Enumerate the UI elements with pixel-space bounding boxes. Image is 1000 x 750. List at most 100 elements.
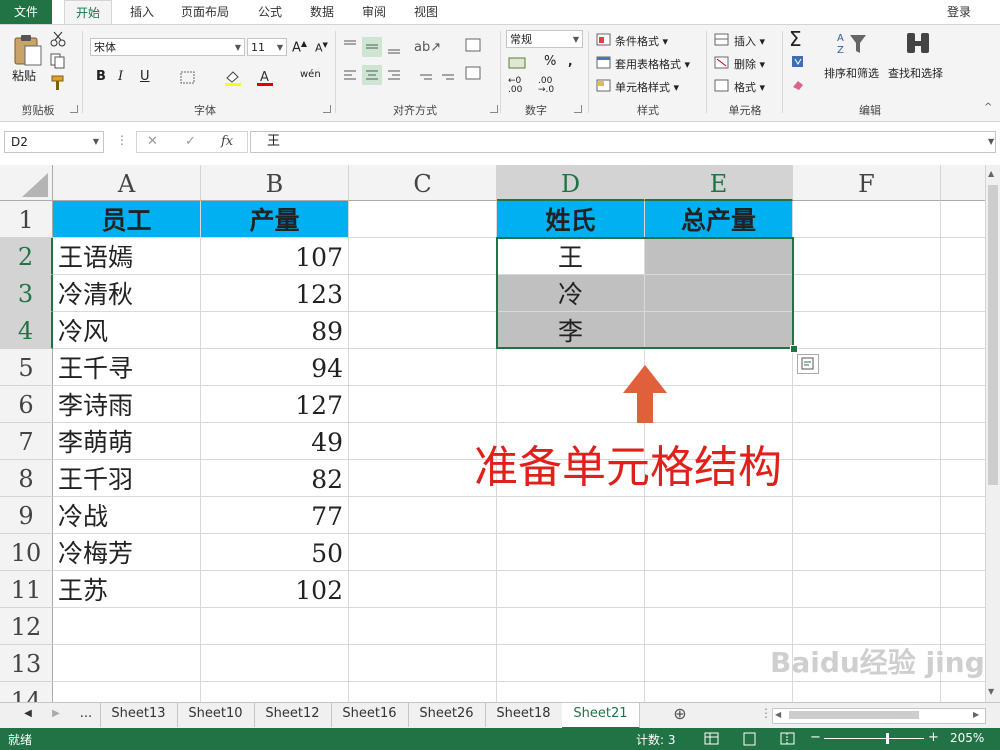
cell-a8[interactable]: 王千羽 (53, 460, 201, 497)
font-size-select[interactable]: 11 ▼ (247, 38, 287, 56)
bold-button[interactable]: B (96, 69, 106, 84)
insert-function-icon[interactable]: fx (221, 134, 233, 149)
fill-color-icon[interactable] (224, 69, 242, 87)
cell-b5[interactable]: 94 (201, 349, 349, 386)
comma-icon[interactable]: , (568, 54, 573, 68)
cell-b3[interactable]: 123 (201, 275, 349, 312)
cell-a10[interactable]: 冷梅芳 (53, 534, 201, 571)
scroll-right-icon[interactable]: ▶ (46, 703, 66, 727)
scroll-thumb[interactable] (988, 185, 998, 485)
cut-icon[interactable] (50, 31, 66, 47)
cell-e1[interactable]: 总产量 (645, 201, 793, 238)
page-break-view-icon[interactable] (780, 732, 796, 746)
currency-icon[interactable] (508, 55, 528, 71)
row-header-10[interactable]: 10 (0, 534, 53, 571)
column-header-a[interactable]: A (53, 165, 201, 201)
sheet-tab[interactable]: Sheet12 (254, 703, 332, 727)
format-as-table-button[interactable]: 套用表格格式 ▾ (615, 56, 690, 72)
zoom-level[interactable]: 205% (950, 731, 984, 745)
find-select-button[interactable]: 查找和选择 (888, 65, 943, 81)
column-header-e[interactable]: E (645, 165, 793, 201)
decrease-font-icon[interactable]: A▼ (315, 41, 328, 55)
cell-e4[interactable] (645, 312, 793, 349)
increase-decimal-icon[interactable]: ←0.00 (508, 77, 522, 95)
tab-data[interactable]: 数据 (302, 0, 342, 24)
cell-a6[interactable]: 李诗雨 (53, 386, 201, 423)
zoom-slider-thumb[interactable] (886, 733, 889, 744)
row-header-2[interactable]: 2 (0, 238, 53, 275)
cell-e3[interactable] (645, 275, 793, 312)
column-header-f[interactable]: F (793, 165, 941, 201)
collapse-ribbon-icon[interactable]: ^ (984, 102, 992, 113)
cell-a7[interactable]: 李萌萌 (53, 423, 201, 460)
sign-in-link[interactable]: 登录 (940, 0, 978, 24)
tab-home[interactable]: 开始 (64, 0, 112, 25)
phonetic-icon[interactable]: wén (300, 69, 321, 80)
cell-a5[interactable]: 王千寻 (53, 349, 201, 386)
paste-icon[interactable] (12, 33, 44, 67)
cell-b10[interactable]: 50 (201, 534, 349, 571)
copy-icon[interactable] (50, 53, 66, 69)
normal-view-icon[interactable] (704, 732, 720, 746)
enter-icon[interactable]: ✓ (185, 134, 196, 149)
scroll-left-icon[interactable]: ◀ (18, 703, 38, 727)
row-header-7[interactable]: 7 (0, 423, 53, 460)
cell-b8[interactable]: 82 (201, 460, 349, 497)
row-header-13[interactable]: 13 (0, 645, 53, 682)
wrap-merge-icons[interactable] (465, 37, 485, 93)
autosum-icon[interactable]: Σ (789, 27, 802, 51)
hscroll-right-icon[interactable]: ▶ (973, 710, 979, 719)
formula-input[interactable]: 王 (250, 131, 996, 153)
cell-b6[interactable]: 127 (201, 386, 349, 423)
more-sheets-button[interactable]: ... (72, 703, 101, 727)
cell-d3[interactable]: 冷 (497, 275, 645, 312)
cell-a2[interactable]: 王语嫣 (53, 238, 201, 275)
expand-formula-icon[interactable]: ▼ (988, 137, 994, 146)
tab-page-layout[interactable]: 页面布局 (172, 0, 238, 24)
zoom-in-icon[interactable]: + (928, 730, 939, 745)
cell-e2[interactable] (645, 238, 793, 275)
select-all-corner[interactable] (0, 165, 53, 201)
cell-d1[interactable]: 姓氏 (497, 201, 645, 238)
format-cells-button[interactable]: 格式 ▾ (734, 79, 765, 95)
cell-b2[interactable]: 107 (201, 238, 349, 275)
row-header-1[interactable]: 1 (0, 201, 53, 238)
borders-icon[interactable] (180, 71, 196, 85)
row-header-4[interactable]: 4 (0, 312, 53, 349)
row-header-8[interactable]: 8 (0, 460, 53, 497)
cell-b11[interactable]: 102 (201, 571, 349, 608)
percent-button[interactable]: % (544, 54, 556, 69)
increase-font-icon[interactable]: A▲ (292, 39, 307, 55)
cell-a1[interactable]: 员工 (53, 201, 201, 238)
horizontal-scrollbar[interactable]: ◀ ▶ (772, 708, 986, 724)
cell-a3[interactable]: 冷清秋 (53, 275, 201, 312)
fill-down-icon[interactable] (791, 55, 805, 69)
sheet-tab[interactable]: Sheet10 (177, 703, 255, 727)
cell-b4[interactable]: 89 (201, 312, 349, 349)
sort-filter-button[interactable]: 排序和筛选 (824, 65, 879, 81)
alignment-launcher[interactable] (490, 105, 498, 113)
scroll-down-icon[interactable]: ▼ (988, 687, 994, 696)
italic-button[interactable]: I (118, 69, 123, 84)
number-format-select[interactable]: 常规 ▼ (506, 30, 583, 48)
sheet-tab[interactable]: Sheet26 (408, 703, 486, 727)
paste-button[interactable]: 粘贴 (12, 67, 36, 84)
column-header-c[interactable]: C (349, 165, 497, 201)
add-sheet-icon[interactable]: ⊕ (668, 703, 692, 727)
format-painter-icon[interactable] (50, 75, 66, 91)
conditional-format-button[interactable]: 条件格式 ▾ (615, 33, 668, 49)
cancel-icon[interactable]: ✕ (147, 134, 158, 149)
scroll-up-icon[interactable]: ▲ (988, 169, 994, 178)
font-launcher[interactable] (323, 105, 331, 113)
tab-review[interactable]: 审阅 (354, 0, 394, 24)
worksheet-grid[interactable]: A B C D E F 1 2 3 4 5 6 7 8 9 10 11 12 1… (0, 165, 985, 702)
find-select-icon[interactable] (904, 31, 934, 57)
clear-icon[interactable] (791, 79, 805, 91)
cell-a4[interactable]: 冷风 (53, 312, 201, 349)
column-header-d[interactable]: D (497, 165, 645, 201)
column-header-g[interactable] (941, 165, 985, 201)
cell-d2[interactable]: 王 (497, 238, 645, 275)
hscroll-left-icon[interactable]: ◀ (775, 710, 781, 719)
cell-b1[interactable]: 产量 (201, 201, 349, 238)
cell-d4[interactable]: 李 (497, 312, 645, 349)
